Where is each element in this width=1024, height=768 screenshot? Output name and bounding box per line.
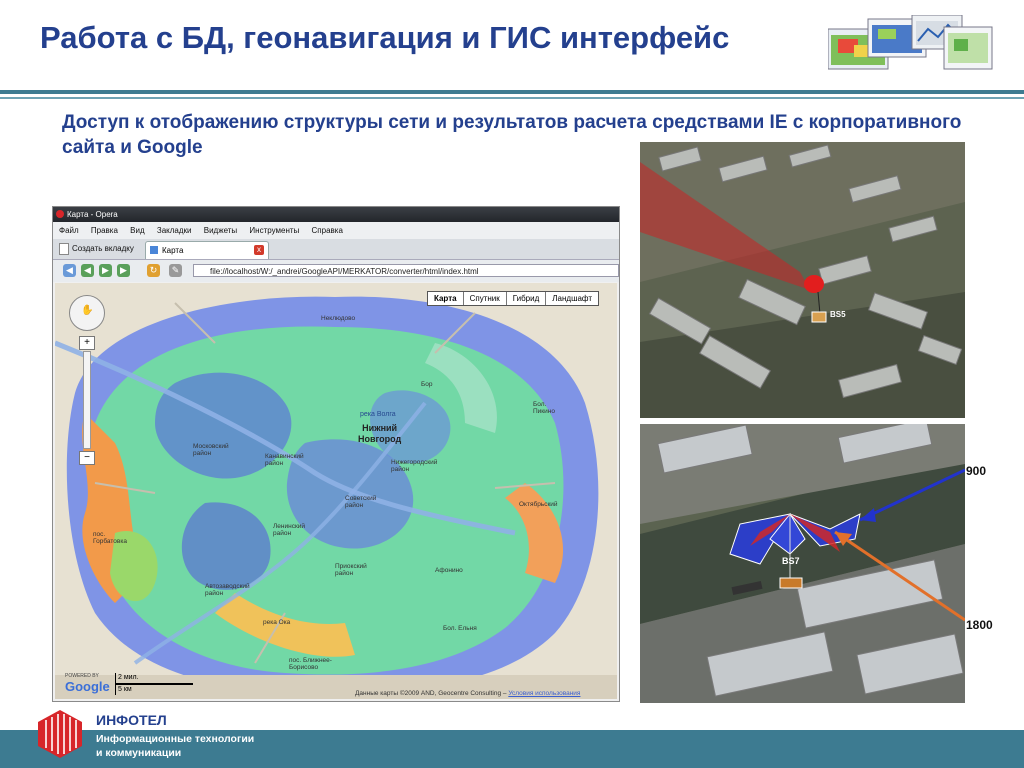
rewind-arrow-icon[interactable]: ◀	[81, 264, 94, 277]
scale-km: 5 км	[115, 684, 193, 695]
city-label: Нижний Новгород	[358, 423, 401, 445]
aerial-photo-bs7: BS7	[640, 424, 965, 703]
map-label: Советский район	[345, 495, 377, 509]
menu-edit[interactable]: Правка	[91, 226, 118, 235]
river-label: река Волга	[360, 411, 396, 418]
google-logo[interactable]: Google	[65, 679, 110, 694]
copyright-text: Данные карты ©2009 AND, Geocentre Consul…	[355, 690, 509, 697]
terms-link[interactable]: Условия использования	[508, 690, 580, 697]
map-type-switcher: Карта Спутник Гибрид Ландшафт	[427, 291, 600, 306]
freq-label-900: 900	[966, 464, 987, 478]
browser-menubar: Файл Правка Вид Закладки Виджеты Инструм…	[53, 222, 619, 239]
scale-miles: 2 мил.	[115, 673, 193, 684]
zoom-out-button[interactable]: −	[79, 451, 95, 465]
edit-pencil-icon[interactable]: ✎	[169, 264, 182, 277]
brand-name: ИНФОТЕЛ	[96, 712, 167, 728]
map-label: Ленинский район	[273, 523, 306, 537]
header-rule-thin	[0, 97, 1024, 99]
header-rule	[0, 90, 1024, 94]
map-label: Московский район	[193, 443, 229, 457]
forward-arrow-icon[interactable]: ▶	[99, 264, 112, 277]
map-label: Афонино	[435, 567, 463, 574]
map-copyright: Данные карты ©2009 AND, Geocentre Consul…	[355, 690, 580, 697]
tab-map-label: Карта	[162, 246, 184, 255]
aerial-scene-bs5	[640, 142, 965, 418]
map-label: Октябрьский	[519, 501, 558, 508]
map-label: Нижегородский район	[391, 459, 438, 473]
menu-bookmarks[interactable]: Закладки	[157, 226, 192, 235]
reload-icon[interactable]: ↻	[147, 264, 160, 277]
station-label-bs5: BS5	[830, 310, 846, 319]
address-toolbar: ◀ ◀ ▶ ▶ ↻ ✎ file://localhost/W:/_andrei/…	[53, 260, 619, 282]
brand-tagline-line1: Информационные технологии	[96, 733, 255, 745]
map-scale: 2 мил. 5 км	[115, 673, 193, 695]
map-view[interactable]: Карта Спутник Гибрид Ландшафт ✋ + − Некл…	[55, 283, 617, 699]
map-label: Автозаводский район	[205, 583, 250, 597]
maptype-terrain-button[interactable]: Ландшафт	[545, 292, 598, 305]
pan-hand-icon: ✋	[81, 305, 94, 316]
tab-close-icon[interactable]: x	[254, 245, 264, 255]
coverage-map	[55, 283, 617, 699]
opera-browser-window: Карта - Opera Файл Правка Вид Закладки В…	[52, 206, 620, 702]
map-label: Приокский район	[335, 563, 367, 577]
freq-label-1800: 1800	[966, 618, 993, 632]
menu-view[interactable]: Вид	[130, 226, 144, 235]
map-label: река Ока	[263, 619, 291, 626]
map-label: пос. Горбатовка	[93, 531, 127, 545]
maptype-hybrid-button[interactable]: Гибрид	[505, 292, 546, 305]
brand-tagline-line2: и коммуникации	[96, 747, 182, 759]
aerial-photo-bs5: BS5	[640, 142, 965, 418]
new-tab-button[interactable]: Создать вкладку	[59, 242, 134, 256]
maptype-map-button[interactable]: Карта	[428, 292, 463, 305]
slide-title: Работа с БД, геонавигация и ГИС интерфей…	[40, 20, 730, 55]
tab-bar: Создать вкладку Карта x	[53, 239, 619, 260]
zoom-in-button[interactable]: +	[79, 336, 95, 350]
map-favicon-icon	[150, 246, 158, 254]
brand-tagline: Информационные технологии и коммуникации	[96, 732, 254, 760]
map-label: Бол. Ельня	[443, 625, 477, 632]
map-label: Канавинский район	[265, 453, 304, 467]
window-title: Карта - Opera	[67, 210, 118, 219]
gis-windows-thumbnail	[828, 15, 993, 70]
map-label: пос. Ближнее-Борисово	[289, 657, 332, 671]
aerial-scene-bs7	[640, 424, 965, 703]
back-arrow-icon[interactable]: ◀	[63, 264, 76, 277]
maptype-satellite-button[interactable]: Спутник	[462, 292, 506, 305]
map-label: Бор	[421, 381, 433, 388]
menu-widgets[interactable]: Виджеты	[204, 226, 237, 235]
browser-titlebar: Карта - Opera	[53, 207, 619, 222]
menu-file[interactable]: Файл	[59, 226, 79, 235]
infotel-logo-icon	[38, 710, 82, 758]
menu-help[interactable]: Справка	[312, 226, 343, 235]
zoom-slider[interactable]	[83, 351, 91, 449]
station-label-bs7: BS7	[782, 556, 800, 566]
tab-map[interactable]: Карта x	[145, 241, 269, 259]
city-label-line1: Нижний	[362, 423, 398, 433]
opera-logo-icon	[56, 210, 64, 218]
map-label: Неклюдово	[321, 315, 356, 322]
city-label-line2: Новгород	[358, 434, 402, 444]
map-label: Бол. Пикино	[533, 401, 555, 415]
menu-tools[interactable]: Инструменты	[249, 226, 299, 235]
new-tab-label: Создать вкладку	[72, 244, 134, 253]
address-input[interactable]: file://localhost/W:/_andrei/GoogleAPI/ME…	[193, 264, 619, 277]
fast-forward-icon[interactable]: ▶	[117, 264, 130, 277]
new-tab-icon	[59, 242, 69, 255]
